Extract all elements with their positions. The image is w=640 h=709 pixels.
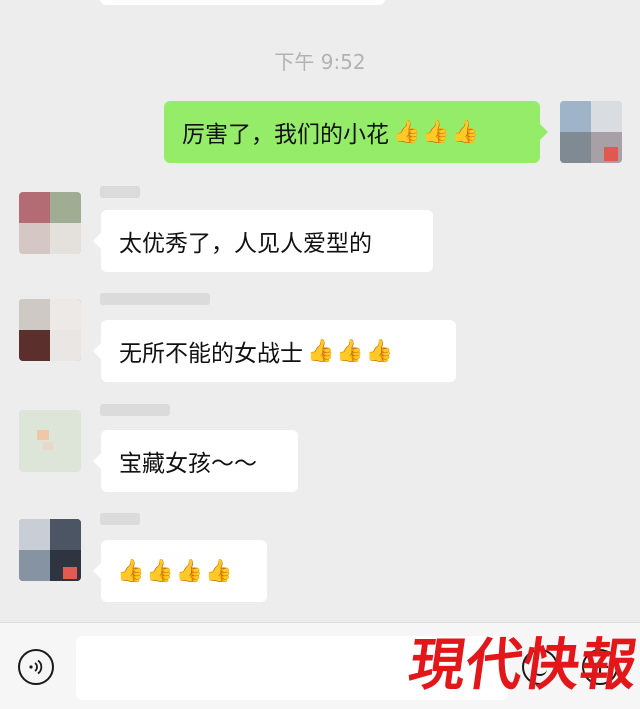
thumbs-up-icon: 👍👍👍👍	[117, 558, 235, 584]
message-bubble[interactable]: 无所不能的女战士 👍👍👍	[93, 320, 456, 382]
sender-name	[100, 513, 140, 525]
message-text: 太优秀了，人见人爱型的	[119, 231, 372, 257]
message-text: 无所不能的女战士	[119, 341, 303, 367]
sender-name	[100, 293, 210, 305]
voice-icon[interactable]	[18, 649, 54, 685]
message-text: 厉害了，我们的小花	[182, 122, 389, 148]
message-text: 宝藏女孩～～	[119, 451, 257, 477]
message-bubble[interactable]: 宝藏女孩～～	[93, 430, 298, 492]
watermark-logo: 現代快報	[404, 632, 640, 698]
chat-area[interactable]: 下午 9:52 厉害了，我们的小花 👍👍👍 太优秀了，人见人爱型的 无所不能的女…	[0, 0, 640, 622]
sender-avatar[interactable]	[19, 519, 81, 581]
sender-name	[100, 186, 140, 198]
thumbs-up-icon: 👍👍👍	[393, 119, 482, 145]
sender-avatar[interactable]	[19, 410, 81, 472]
thumbs-up-icon: 👍👍👍	[307, 338, 396, 364]
message-bubble[interactable]: 👍👍👍👍	[93, 540, 267, 602]
sender-avatar[interactable]	[19, 299, 81, 361]
my-avatar[interactable]	[560, 101, 622, 163]
message-bubble[interactable]: 太优秀了，人见人爱型的	[93, 210, 433, 272]
timestamp: 下午 9:52	[274, 50, 366, 74]
sender-avatar[interactable]	[19, 192, 81, 254]
message-bubble[interactable]: 厉害了，我们的小花 👍👍👍	[164, 101, 548, 163]
sender-name	[100, 404, 170, 416]
previous-message-bubble[interactable]	[100, 0, 385, 5]
